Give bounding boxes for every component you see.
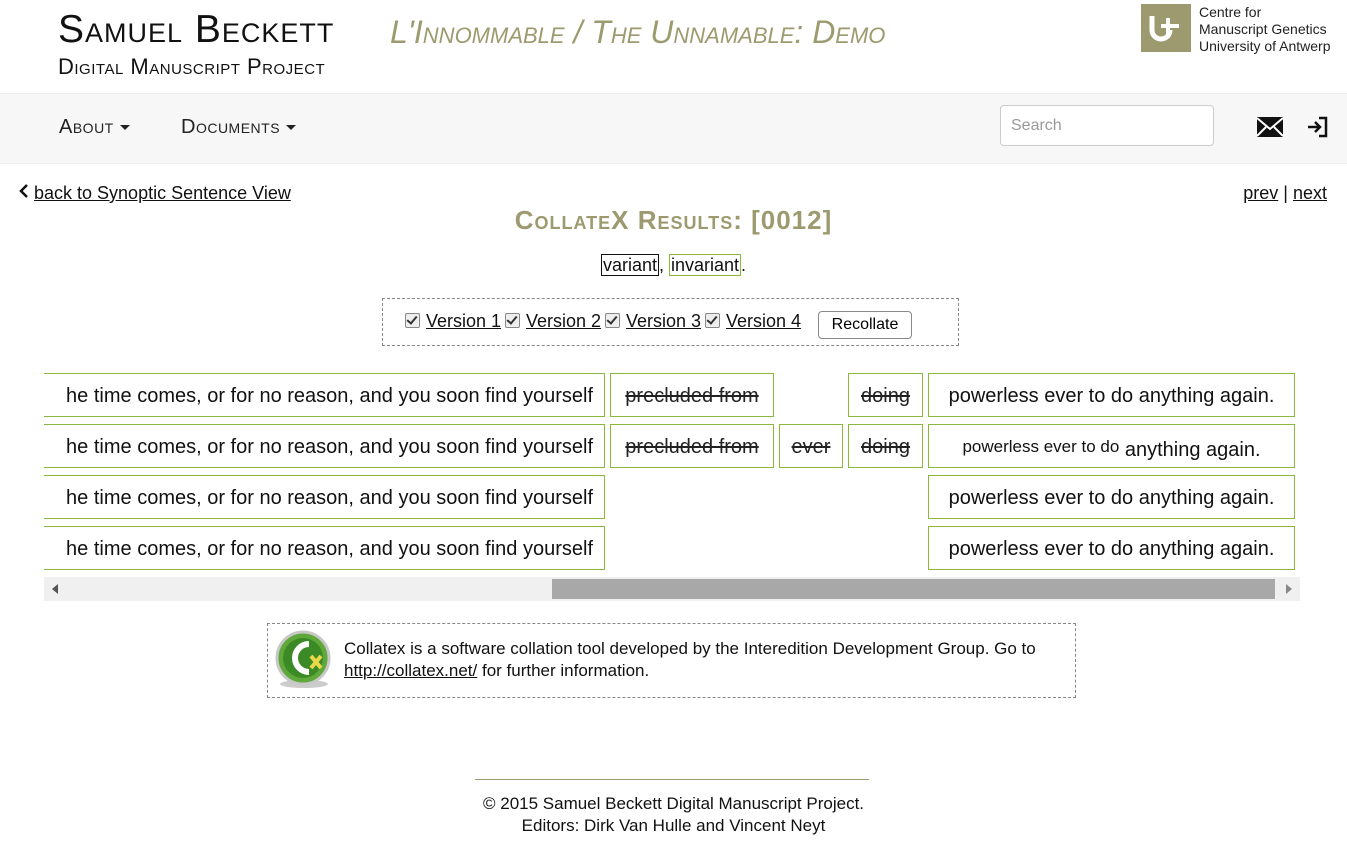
nav-documents-dropdown[interactable]: Documents [181,116,297,139]
collation-cell-variant: precluded from [610,424,774,468]
caret-down-icon [286,125,297,131]
edition-subtitle[interactable]: L'Innommable / The Unnamable: Demo [390,14,885,51]
scroll-right-arrow-icon[interactable] [1286,584,1292,594]
collatex-description: Collatex is a software collation tool de… [344,638,1064,682]
version-option[interactable]: Version 1 [405,311,501,332]
footer-divider [475,779,869,780]
next-link[interactable]: next [1293,183,1327,203]
collation-cell-invariant: powerless ever to do anything again. [928,475,1295,519]
version-option[interactable]: Version 4 [705,311,801,332]
navbar: About Documents [0,93,1347,164]
deleted-text: ever [791,436,831,458]
site-title[interactable]: Samuel Beckett [58,8,334,52]
search-input[interactable] [1000,105,1214,146]
version-label[interactable]: Version 1 [426,311,501,331]
version-option[interactable]: Version 3 [605,311,701,332]
partner-line: Centre for [1199,4,1262,20]
collation-cell-variant: ever [779,424,843,468]
back-link[interactable]: back to Synoptic Sentence View [18,183,291,204]
cmg-logo-icon [1141,4,1191,52]
scroll-left-arrow-icon[interactable] [52,584,58,594]
editors: Editors: Dirk Van Hulle and Vincent Neyt [521,816,826,835]
collation-cell-invariant: powerless ever to do anything again. [928,373,1295,417]
inserted-text: powerless ever to do [962,437,1120,456]
site-header: Samuel Beckett L'Innommable / The Unnama… [0,0,1347,93]
nav-documents-label: Documents [181,116,281,138]
collation-cell-invariant: he time comes, or for no reason, and you… [44,424,605,468]
collation-table[interactable]: he time comes, or for no reason, and you… [44,372,1300,577]
collation-cell-invariant: he time comes, or for no reason, and you… [44,526,605,570]
version-checkbox[interactable] [405,313,420,328]
back-link-label: back to Synoptic Sentence View [34,183,291,203]
collation-cell-invariant: powerless ever to do anything again. [928,424,1295,468]
sign-in-icon[interactable] [1306,115,1334,139]
legend-period: . [741,255,747,275]
legend-separator: , [658,255,669,275]
copyright: © 2015 Samuel Beckett Digital Manuscript… [482,794,865,813]
collatex-logo-icon [273,630,333,690]
pager-separator: | [1283,183,1288,203]
version-checkbox[interactable] [605,313,620,328]
legend: variant, invariant. [0,254,1347,276]
partner-line: Manuscript Genetics [1199,21,1327,37]
collation-cell-invariant: he time comes, or for no reason, and you… [44,475,605,519]
deleted-text: precluded from [625,385,759,407]
legend-invariant: invariant [668,254,742,276]
nav-about-dropdown[interactable]: About [59,116,130,139]
pager: prev | next [1243,183,1327,204]
chevron-left-icon [18,183,30,204]
prev-link[interactable]: prev [1243,183,1278,203]
deleted-text: doing [861,436,910,458]
version-option[interactable]: Version 2 [505,311,601,332]
info-text: Collatex is a software collation tool de… [344,639,1036,658]
horizontal-scrollbar[interactable] [44,577,1300,601]
project-name[interactable]: Digital Manuscript Project [58,54,325,80]
scrollbar-thumb[interactable] [552,579,1275,599]
page-title: CollateX Results: [0012] [514,205,833,235]
info-text: for further information. [477,661,650,680]
nav-about-label: About [59,116,114,138]
collation-cell-invariant: powerless ever to do anything again. [928,526,1295,570]
deleted-text: doing [861,385,910,407]
version-checkbox[interactable] [705,313,720,328]
versions-selector: Version 1 Version 2 Version 3 Version 4 … [382,298,959,346]
version-label[interactable]: Version 3 [626,311,701,331]
collatex-info: Collatex is a software collation tool de… [267,623,1076,698]
collatex-link[interactable]: http://collatex.net/ [344,661,477,680]
caret-down-icon [119,125,130,131]
deleted-text: precluded from [625,436,759,458]
legend-variant: variant [600,254,659,276]
collation-cell-variant: doing [848,373,923,417]
collation-cell-variant: doing [848,424,923,468]
partner-logo[interactable]: Centre for Manuscript Genetics Universit… [1141,4,1347,54]
recollate-button[interactable]: Recollate [818,311,912,339]
footer: © 2015 Samuel Beckett Digital Manuscript… [0,793,1347,837]
cell-text: anything again. [1124,439,1261,461]
partner-line: University of Antwerp [1199,38,1331,54]
version-label[interactable]: Version 2 [526,311,601,331]
partner-name: Centre for Manuscript Genetics Universit… [1199,4,1331,55]
envelope-icon[interactable] [1256,115,1284,139]
version-label[interactable]: Version 4 [726,311,801,331]
version-checkbox[interactable] [505,313,520,328]
collation-cell-invariant: he time comes, or for no reason, and you… [44,373,605,417]
collation-cell-variant: precluded from [610,373,774,417]
